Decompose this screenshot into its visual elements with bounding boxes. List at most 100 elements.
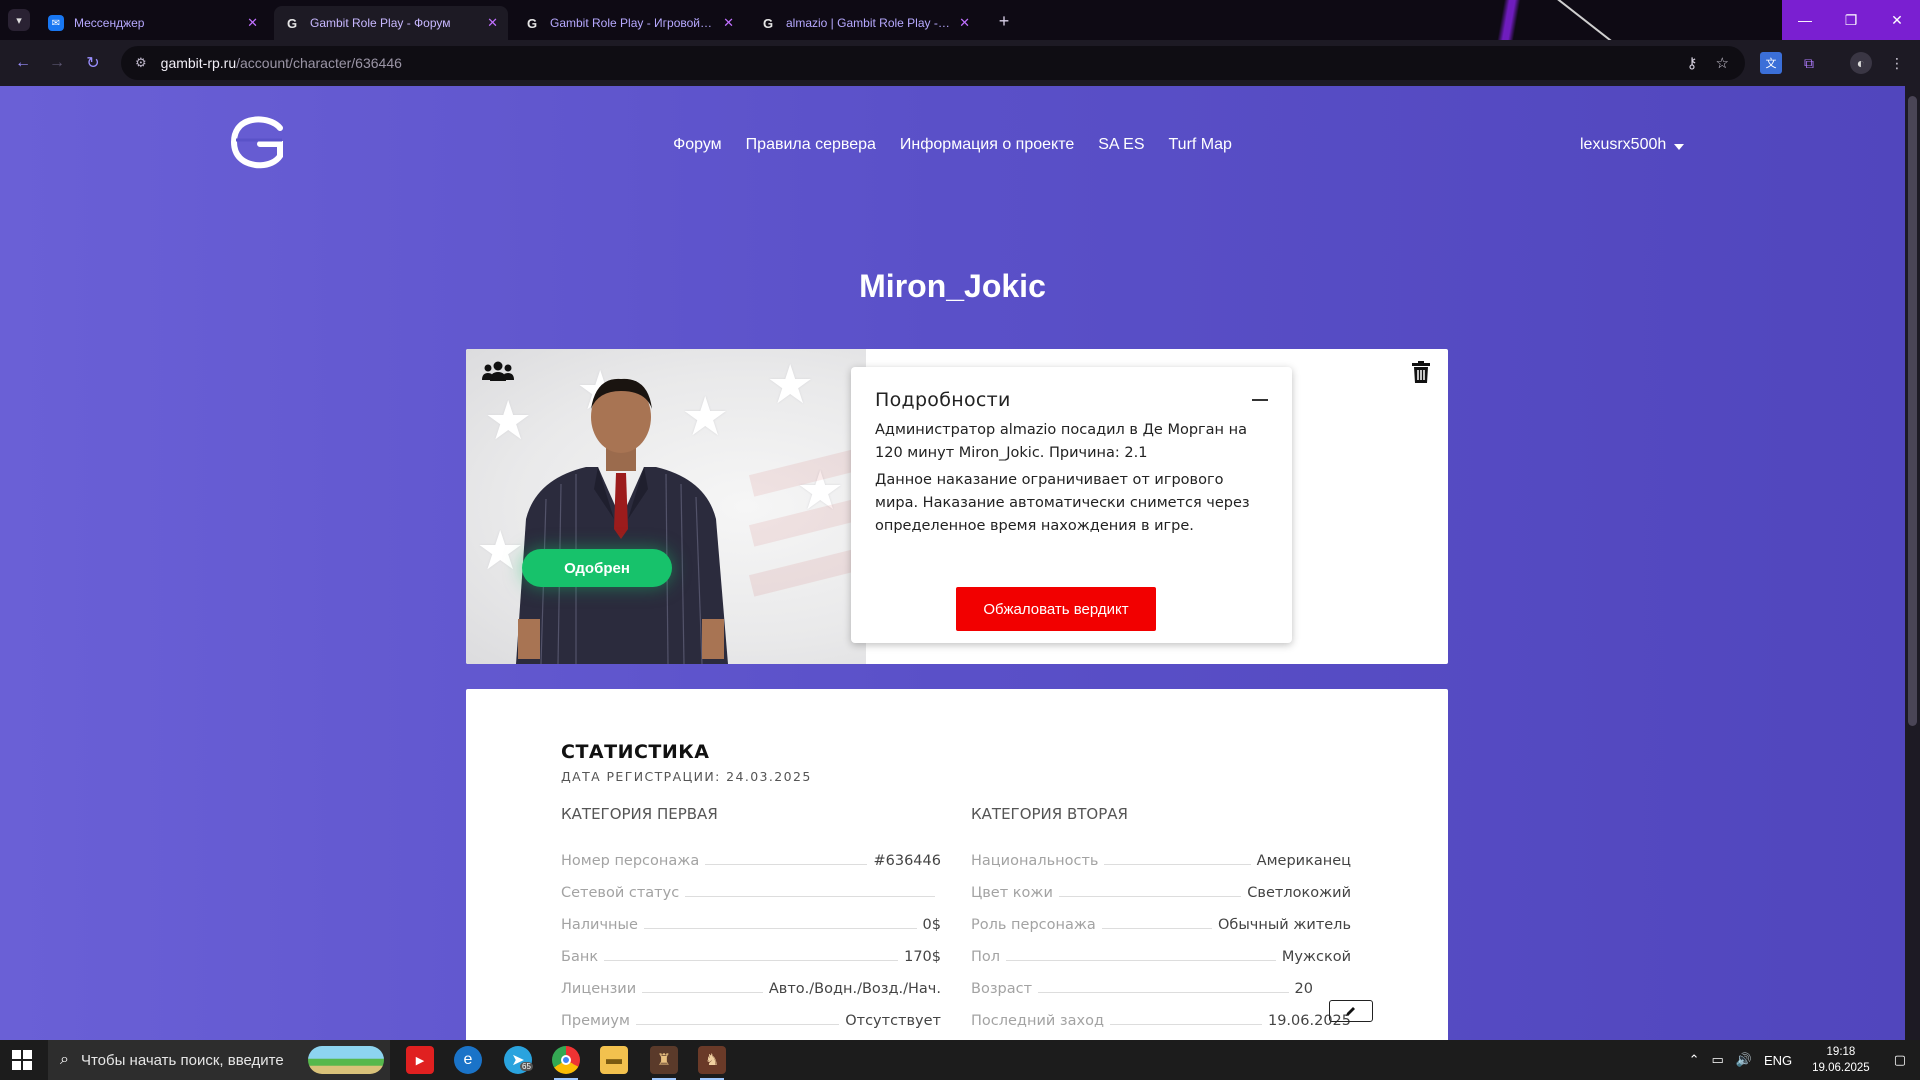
new-tab-plus-icon[interactable]: + <box>992 9 1016 33</box>
clock[interactable]: 19:18 19.06.2025 <box>1812 1044 1870 1076</box>
edit-age-button[interactable] <box>1329 1000 1373 1022</box>
chevron-up-icon[interactable]: ⌃ <box>1689 1052 1700 1068</box>
stat-key: Номер персонажа <box>561 853 700 869</box>
stat-row: Банк 170$ <box>561 933 941 965</box>
network-icon[interactable]: ▭ <box>1711 1052 1723 1068</box>
minimize-icon[interactable]: — <box>1782 0 1828 40</box>
stat-key: Последний заход <box>971 1013 1104 1029</box>
reload-icon[interactable]: ↻ <box>82 52 104 74</box>
tab-title: almazio | Gambit Role Play - Форум <box>786 16 951 30</box>
stat-key: Лицензии <box>561 981 637 997</box>
stat-row: Последний заход 19.06.2025 <box>971 997 1351 1029</box>
search-highlight-image <box>308 1046 384 1074</box>
statistics-card: СТАТИСТИКА ДАТА РЕГИСТРАЦИИ: 24.03.2025 … <box>466 689 1448 1040</box>
nav-sa-es[interactable]: SA ES <box>1098 136 1144 154</box>
page-content: Форум Правила сервера Информация о проек… <box>0 86 1905 1040</box>
stat-key: Премиум <box>561 1013 630 1029</box>
gambit-favicon-icon: G <box>286 15 298 31</box>
language-indicator[interactable]: ENG <box>1764 1053 1792 1068</box>
close-tab-icon[interactable]: ✕ <box>247 15 258 31</box>
search-placeholder: Чтобы начать поиск, введите <box>80 1051 284 1069</box>
address-bar[interactable]: ⚙ gambit-rp.ru/account/character/636446 … <box>121 46 1745 80</box>
clock-date: 19.06.2025 <box>1812 1062 1870 1074</box>
extensions-puzzle-icon[interactable]: ⧉ <box>1798 52 1820 74</box>
stat-row: Национальность Американец <box>971 837 1351 869</box>
trash-icon[interactable] <box>1412 361 1430 383</box>
stat-value: 170$ <box>904 949 941 965</box>
collapse-minus-icon[interactable] <box>1252 399 1268 401</box>
tab-messenger[interactable]: ✉ Мессенджер ✕ <box>38 6 268 40</box>
windows-start-icon[interactable] <box>12 1050 32 1070</box>
stat-key: Роль персонажа <box>971 917 1096 933</box>
punishment-text: Администратор almazio посадил в Де Морга… <box>875 422 1247 461</box>
stat-row: Номер персонажа #636446 <box>561 837 941 869</box>
users-group-icon <box>482 361 514 387</box>
stat-row: Цвет кожи Светлокожий <box>971 869 1351 901</box>
scrollbar-thumb[interactable] <box>1908 96 1917 726</box>
nav-forum[interactable]: Форум <box>673 136 722 154</box>
windows-taskbar: ⌕ Чтобы начать поиск, введите ▶ e ➤ 65 ▬… <box>0 1040 1920 1080</box>
details-panel: Подробности Администратор almazio посади… <box>851 367 1292 643</box>
site-settings-icon[interactable]: ⚙ <box>135 55 147 71</box>
url-host: gambit-rp.ru <box>160 55 237 71</box>
restore-icon[interactable]: ❐ <box>1828 0 1874 40</box>
stat-row: Лицензии Авто./Водн./Возд./Нач. <box>561 965 941 997</box>
user-menu[interactable]: lexusrx500h <box>1580 136 1685 154</box>
close-tab-icon[interactable]: ✕ <box>487 15 498 31</box>
close-tab-icon[interactable]: ✕ <box>723 15 734 31</box>
stat-row: Пол Мужской <box>971 933 1351 965</box>
forward-arrow-icon[interactable]: → <box>46 52 68 74</box>
browser-menu-icon[interactable]: ⋮ <box>1886 52 1908 74</box>
notifications-icon[interactable]: ▢ <box>1894 1052 1906 1068</box>
stat-value: 0$ <box>922 917 941 933</box>
character-card: ★ ★ ★ ★ ★ ★ <box>466 349 1448 664</box>
stat-row: Возраст 20 <box>971 965 1313 997</box>
tab-search-icon[interactable]: ▾ <box>8 9 30 31</box>
volume-icon[interactable]: 🔊 <box>1736 1052 1752 1068</box>
stat-value: Мужской <box>1281 949 1351 965</box>
page-scrollbar[interactable] <box>1905 86 1920 1040</box>
stat-key: Национальность <box>971 853 1099 869</box>
appeal-verdict-button[interactable]: Обжаловать вердикт <box>956 587 1156 631</box>
game-app-icon[interactable]: ♜ <box>650 1046 678 1080</box>
nav-turf-map[interactable]: Turf Map <box>1169 136 1232 154</box>
stat-value: #636446 <box>873 853 941 869</box>
clock-time: 19:18 <box>1826 1046 1856 1058</box>
stat-value: Отсутствует <box>845 1013 941 1029</box>
tab-almazio[interactable]: G almazio | Gambit Role Play - Форум ✕ <box>750 6 980 40</box>
category-first: КАТЕГОРИЯ ПЕРВАЯ Номер персонажа #636446 … <box>561 805 941 1029</box>
punishment-description: Данное наказание ограничивает от игровог… <box>875 472 1250 534</box>
gambit-favicon-icon: G <box>762 15 774 31</box>
tab-forum[interactable]: G Gambit Role Play - Форум ✕ <box>274 6 508 40</box>
url-path: /account/character/636446 <box>236 55 402 71</box>
system-tray: ⌃ ▭ 🔊 ENG 19:18 19.06.2025 ▢ <box>1683 1040 1920 1080</box>
character-name: Miron_Jokic <box>859 268 1046 304</box>
window-controls: — ❐ ✕ <box>1782 0 1920 40</box>
back-arrow-icon[interactable]: ← <box>12 52 34 74</box>
taskbar-search-box[interactable]: ⌕ Чтобы начать поиск, введите <box>48 1040 390 1080</box>
tab-title: Gambit Role Play - Форум <box>310 16 451 30</box>
caret-down-icon <box>1674 143 1685 150</box>
stat-key: Наличные <box>561 917 638 933</box>
password-key-icon[interactable]: ⚷ <box>1687 54 1698 72</box>
chrome-icon[interactable] <box>552 1046 580 1080</box>
nav-server-rules[interactable]: Правила сервера <box>746 136 876 154</box>
stat-value: Обычный житель <box>1218 917 1351 933</box>
close-tab-icon[interactable]: ✕ <box>959 15 970 31</box>
tab-game-profile[interactable]: G Gambit Role Play - Игровой профиль ✕ <box>514 6 744 40</box>
bookmark-star-icon[interactable]: ☆ <box>1716 54 1729 72</box>
youtube-icon[interactable]: ▶ <box>406 1046 434 1074</box>
nav-project-info[interactable]: Информация о проекте <box>900 136 1074 154</box>
username: lexusrx500h <box>1580 136 1667 153</box>
category-second: КАТЕГОРИЯ ВТОРАЯ Национальность Американе… <box>971 805 1373 1029</box>
file-explorer-icon[interactable]: ▬ <box>600 1046 628 1074</box>
stat-value: Американец <box>1256 853 1351 869</box>
edge-browser-icon[interactable]: e <box>454 1046 482 1074</box>
close-window-icon[interactable]: ✕ <box>1874 0 1920 40</box>
profile-avatar-icon[interactable]: ◐ <box>1850 52 1872 74</box>
tab-title: Gambit Role Play - Игровой профиль <box>550 16 715 30</box>
translate-extension-icon[interactable]: 文 <box>1760 52 1782 74</box>
game-launcher-icon[interactable]: ♞ <box>698 1046 726 1080</box>
category-heading: КАТЕГОРИЯ ВТОРАЯ <box>971 805 1128 823</box>
stat-key: Сетевой статус <box>561 885 680 901</box>
